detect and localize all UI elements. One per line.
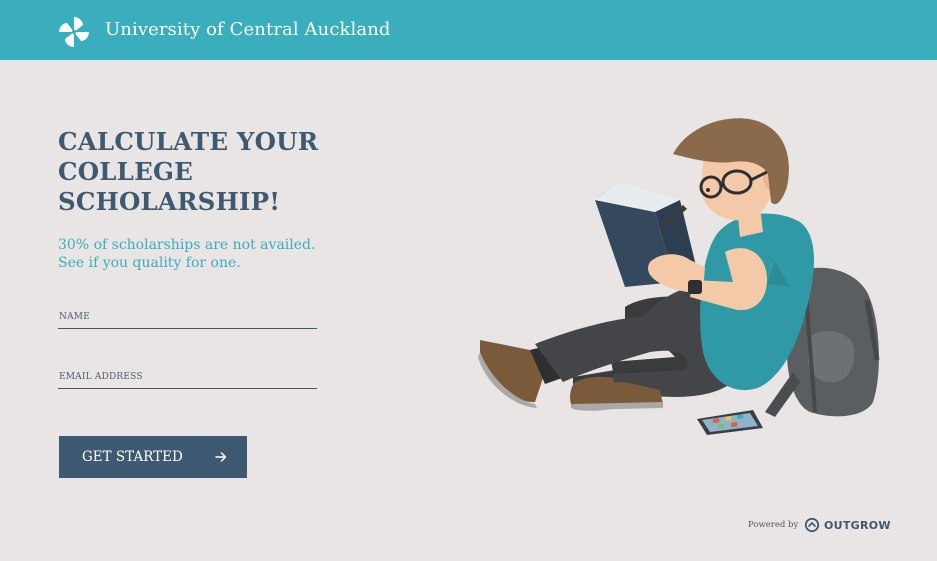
outgrow-logo-icon xyxy=(804,517,820,533)
outgrow-name: OUTGROW xyxy=(824,519,891,532)
page-title: CALCULATE YOUR COLLEGE SCHOLARSHIP! xyxy=(58,127,358,217)
subtitle: 30% of scholarships are not availed. See… xyxy=(58,236,315,272)
email-field xyxy=(58,365,317,389)
student-reading-illustration xyxy=(478,118,880,435)
arrow-right-icon xyxy=(215,452,227,462)
top-header: University of Central Auckland xyxy=(0,0,937,60)
title-line: COLLEGE xyxy=(58,157,193,186)
get-started-button[interactable]: GET STARTED xyxy=(59,436,247,478)
tablet-illustration xyxy=(697,410,763,435)
name-input[interactable] xyxy=(58,305,317,328)
subtitle-line: 30% of scholarships are not availed. xyxy=(58,237,316,253)
pinwheel-icon xyxy=(59,17,89,47)
email-input[interactable] xyxy=(58,365,317,388)
powered-by-label: Powered by xyxy=(748,520,799,530)
title-line: SCHOLARSHIP! xyxy=(58,187,281,216)
get-started-label: GET STARTED xyxy=(82,449,183,465)
title-line: CALCULATE YOUR xyxy=(58,127,319,156)
brand-name[interactable]: University of Central Auckland xyxy=(105,19,391,40)
subtitle-line: See if you quality for one. xyxy=(58,255,241,271)
name-field xyxy=(58,305,317,329)
